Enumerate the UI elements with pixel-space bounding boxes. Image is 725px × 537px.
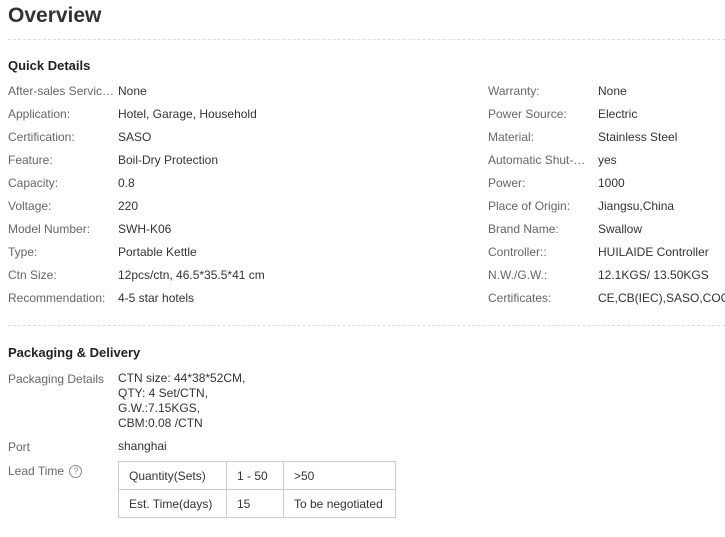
detail-value: None [598,84,627,98]
detail-value: 1000 [598,176,625,190]
detail-label: Certificates: [488,291,552,305]
table-cell: >50 [283,461,396,490]
detail-value: SASO [118,130,152,144]
detail-label: Capacity: [8,176,59,190]
table-cell: 15 [226,489,284,518]
detail-value: yes [598,153,617,167]
detail-label: Power: [488,176,526,190]
detail-label: Controller:: [488,245,547,259]
detail-value: Swallow [598,222,643,236]
detail-label: Application: [8,107,71,121]
detail-value: 0.8 [118,176,135,190]
detail-label: Type: [8,245,38,259]
detail-value: CE,CB(IEC),SASO,COC [598,291,725,305]
detail-value: SWH-K06 [118,222,172,236]
detail-value: Jiangsu,China [598,199,675,213]
detail-label: Certification: [8,130,75,144]
help-icon[interactable]: ? [69,465,83,478]
packaging-details-value: CTN size: 44*38*52CM, QTY: 4 Set/CTN, G.… [118,371,245,431]
table-cell: 1 - 50 [226,461,284,490]
detail-label: N.W./G.W.: [488,268,548,282]
detail-value: 220 [118,199,139,213]
detail-label: Model Number: [8,222,91,236]
detail-value: 4-5 star hotels [118,291,195,305]
detail-value: 12.1KGS/ 13.50KGS [598,268,709,282]
detail-value: HUILAIDE Controller [598,245,709,259]
detail-label: Brand Name: [488,222,559,236]
table-cell: To be negotiated [283,489,396,518]
detail-label: After-sales Service ... [8,84,116,98]
packaging-line: QTY: 4 Set/CTN, [118,386,209,400]
port-value: shanghai [118,439,167,453]
table-row: Quantity(Sets) 1 - 50 >50 [118,461,396,490]
lead-time-table: Quantity(Sets) 1 - 50 >50 Est. Time(days… [118,461,396,518]
detail-label: Voltage: [8,199,52,213]
detail-value: Boil-Dry Protection [118,153,219,167]
detail-label: Ctn Size: [8,268,57,282]
product-overview: Overview Quick Details After-sales Servi… [0,0,725,537]
detail-value: Electric [598,107,638,121]
detail-label: Automatic Shut-off: [488,153,588,167]
detail-value: None [118,84,147,98]
detail-value: 12pcs/ctn, 46.5*35.5*41 cm [118,268,265,282]
detail-label: Place of Origin: [488,199,571,213]
page-title: Overview [8,4,102,27]
detail-label: Recommendation: [8,291,106,305]
lead-time-label-wrap: Lead Time ? [8,464,83,478]
lead-time-label: Lead Time [8,464,65,478]
table-cell: Quantity(Sets) [118,461,227,490]
detail-label: Power Source: [488,107,567,121]
detail-label: Feature: [8,153,53,167]
packaging-line: CTN size: 44*38*52CM, [118,371,246,385]
detail-value: Stainless Steel [598,130,678,144]
packaging-line: CBM:0.08 /CTN [118,416,203,430]
quick-details-heading: Quick Details [8,58,91,73]
section-divider [8,325,725,326]
detail-label: Material: [488,130,535,144]
title-divider [8,39,725,40]
table-row: Est. Time(days) 15 To be negotiated [118,489,396,518]
port-label: Port [8,440,31,454]
packaging-delivery-heading: Packaging & Delivery [8,345,141,360]
detail-value: Hotel, Garage, Household [118,107,257,121]
detail-label: Warranty: [488,84,540,98]
packaging-details-label: Packaging Details [8,372,105,386]
packaging-line: G.W.:7.15KGS, [118,401,201,415]
table-cell: Est. Time(days) [118,489,227,518]
detail-value: Portable Kettle [118,245,197,259]
